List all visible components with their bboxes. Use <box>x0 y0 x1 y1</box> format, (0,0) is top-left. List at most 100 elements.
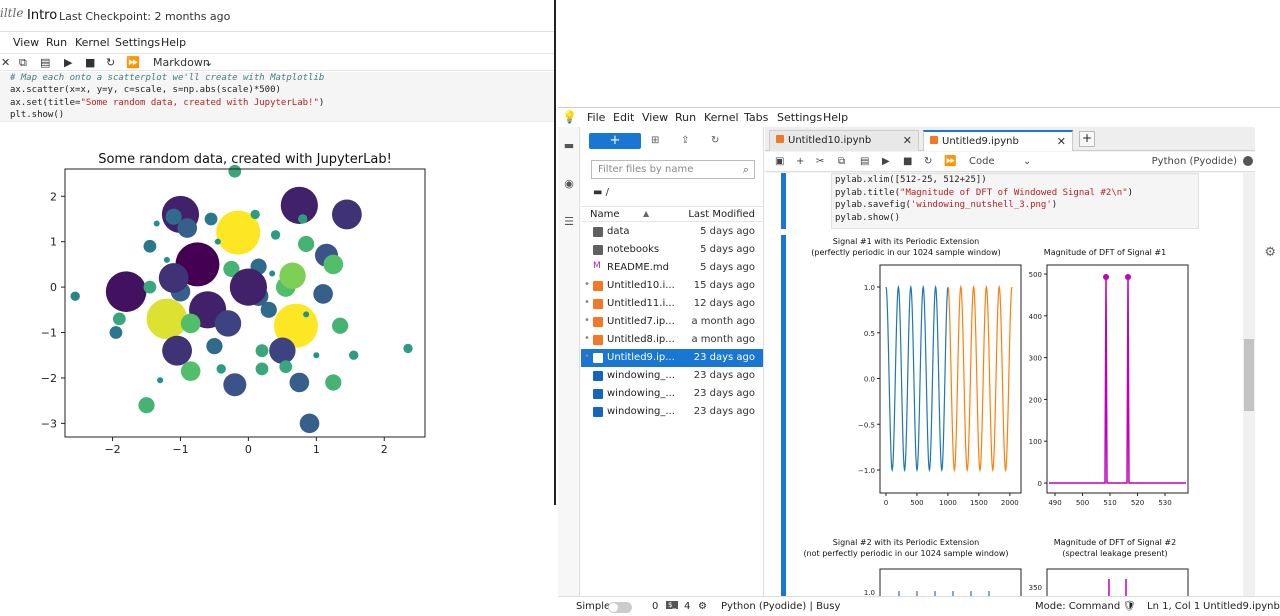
close-icon[interactable]: ✕ <box>903 134 912 147</box>
file-row[interactable]: • Untitled7.ip... a month ago <box>581 313 763 331</box>
add-cell-icon[interactable]: + <box>796 156 804 167</box>
tab-untitled10[interactable]: Untitled10.ipynb ✕ <box>769 130 919 151</box>
scatter-point <box>229 268 267 306</box>
fast-forward-icon[interactable]: ⏩ <box>944 156 956 167</box>
classic-notebook-window: iltle Intro Last Checkpoint: 2 months ag… <box>0 0 556 505</box>
file-row[interactable]: notebooks 5 days ago <box>581 241 763 259</box>
file-row[interactable]: • Untitled11.i... 12 days ago <box>581 295 763 313</box>
add-tab-button[interactable]: + <box>1079 131 1095 147</box>
new-folder-icon[interactable]: ⊞ <box>651 135 659 146</box>
terminal-count[interactable]: 0 <box>652 601 658 612</box>
jupyterlab-window: 💡 File Edit View Run Kernel Tabs Setting… <box>558 107 1280 616</box>
kernel-count[interactable]: 4 <box>684 601 690 612</box>
notebook-scrollbar[interactable] <box>1243 173 1255 597</box>
toc-icon[interactable]: ☰ <box>562 215 576 229</box>
file-row[interactable]: • Untitled8.ip... a month ago <box>581 331 763 349</box>
breadcrumb-root[interactable]: / <box>606 187 609 198</box>
gear-icon[interactable]: ⚙ <box>1264 245 1276 260</box>
running-indicator-icon: • <box>584 351 590 362</box>
refresh-icon[interactable]: ↻ <box>711 135 719 146</box>
paste-icon[interactable]: ▤ <box>40 56 50 69</box>
scatter-point <box>162 335 192 366</box>
y-tick-label: 200 <box>1029 396 1042 404</box>
chevron-down-icon[interactable]: ⌄ <box>204 56 213 69</box>
scatter-point <box>204 212 218 226</box>
folder-icon[interactable]: ▬ <box>562 139 576 153</box>
code-line: ax.scatter(x=x, y=y, c=scale, s=np.abs(s… <box>10 85 281 96</box>
cut-icon[interactable]: ✂ <box>816 156 824 167</box>
cell-type-select[interactable]: Markdown <box>153 56 210 69</box>
run-icon[interactable]: ▶ <box>64 56 72 69</box>
fast-forward-icon[interactable]: ⏩ <box>126 56 140 69</box>
run-icon[interactable]: ▶ <box>882 156 890 167</box>
filter-input[interactable]: Filter files by name ⌕ <box>591 160 755 179</box>
file-row[interactable]: windowing_... 23 days ago <box>581 403 763 421</box>
stop-icon[interactable]: ■ <box>85 56 95 69</box>
x-tick-label: 520 <box>1131 499 1144 507</box>
chart-title: Some random data, created with JupyterLa… <box>98 152 392 167</box>
running-icon[interactable]: ◉ <box>562 177 576 191</box>
file-row[interactable]: • Untitled9.ip... 23 days ago <box>581 349 763 367</box>
running-indicator-icon: • <box>584 279 590 290</box>
menu-help[interactable]: Help <box>823 111 848 124</box>
file-row[interactable]: data 5 days ago <box>581 223 763 241</box>
save-icon[interactable]: ▣ <box>775 156 784 167</box>
menu-settings[interactable]: Settings <box>777 111 822 124</box>
kernel-status[interactable]: Python (Pyodide) | Busy <box>721 601 840 612</box>
kernel-busy-icon <box>1243 156 1253 166</box>
restart-icon[interactable]: ↻ <box>924 156 932 167</box>
breadcrumb[interactable]: ▬ / <box>593 187 609 198</box>
restart-icon[interactable]: ↻ <box>106 56 115 69</box>
stop-icon[interactable]: ■ <box>903 156 912 167</box>
menu-kernel[interactable]: Kernel <box>704 111 739 124</box>
x-tick-label: 2 <box>381 443 388 456</box>
cut-icon[interactable]: ✕ <box>1 56 10 69</box>
chevron-down-icon[interactable]: ⌄ <box>1023 156 1031 167</box>
file-row[interactable]: M README.md 5 days ago <box>581 259 763 277</box>
dft-1-line <box>1049 276 1186 484</box>
file-name: Untitled7.ip... <box>607 316 675 327</box>
menu-file[interactable]: File <box>587 111 605 124</box>
paste-icon[interactable]: ▤ <box>860 156 869 167</box>
y-tick-label: 500 <box>1029 271 1042 279</box>
menu-kernel[interactable]: Kernel <box>75 36 110 49</box>
new-launcher-button[interactable]: + <box>589 133 641 149</box>
upload-icon[interactable]: ⇪ <box>681 135 689 146</box>
checkpoint-status: Last Checkpoint: 2 months ago <box>59 10 231 23</box>
menu-run[interactable]: Run <box>46 36 67 49</box>
sort-up-icon[interactable]: ▲ <box>643 209 649 218</box>
cursor-position[interactable]: Ln 1, Col 1 <box>1147 601 1200 612</box>
file-row[interactable]: windowing_... 23 days ago <box>581 367 763 385</box>
cell-type-select[interactable]: Code <box>969 156 995 167</box>
menu-tabs[interactable]: Tabs <box>744 111 768 124</box>
scatter-point <box>228 164 242 178</box>
file-name: windowing_... <box>607 370 675 381</box>
simple-mode-toggle[interactable] <box>608 602 632 613</box>
column-name[interactable]: Name <box>590 209 620 220</box>
file-row[interactable]: windowing_... 23 days ago <box>581 385 763 403</box>
menu-edit[interactable]: Edit <box>613 111 634 124</box>
file-modified: 5 days ago <box>700 226 755 237</box>
copy-icon[interactable]: ⧉ <box>19 56 27 70</box>
file-modified: 23 days ago <box>693 370 755 381</box>
menu-help[interactable]: Help <box>161 36 186 49</box>
copy-icon[interactable]: ⧉ <box>838 156 845 167</box>
tab-untitled9[interactable]: Untitled9.ipynb ✕ <box>923 130 1073 151</box>
menu-run[interactable]: Run <box>675 111 696 124</box>
notebook-title[interactable]: Intro <box>27 8 57 23</box>
menu-view[interactable]: View <box>13 36 39 49</box>
filter-placeholder: Filter files by name <box>598 164 694 175</box>
search-icon: ⌕ <box>742 163 749 176</box>
running-indicator-icon: • <box>584 333 590 344</box>
tab-bar: Untitled10.ipynb ✕ Untitled9.ipynb ✕ + <box>765 127 1255 151</box>
file-row[interactable]: • Untitled10.i... 15 days ago <box>581 277 763 295</box>
code-cell[interactable]: # Map each onto a scatterplot we'll crea… <box>0 72 554 122</box>
menu-settings[interactable]: Settings <box>115 36 160 49</box>
notebook-icon <box>930 136 938 144</box>
menu-view[interactable]: View <box>642 111 668 124</box>
kernel-name[interactable]: Python (Pyodide) <box>1152 156 1237 167</box>
close-icon[interactable]: ✕ <box>1057 135 1066 148</box>
column-last-modified[interactable]: Last Modified <box>688 209 755 220</box>
scrollbar-thumb[interactable] <box>1244 339 1254 411</box>
scatter-point <box>269 270 276 277</box>
